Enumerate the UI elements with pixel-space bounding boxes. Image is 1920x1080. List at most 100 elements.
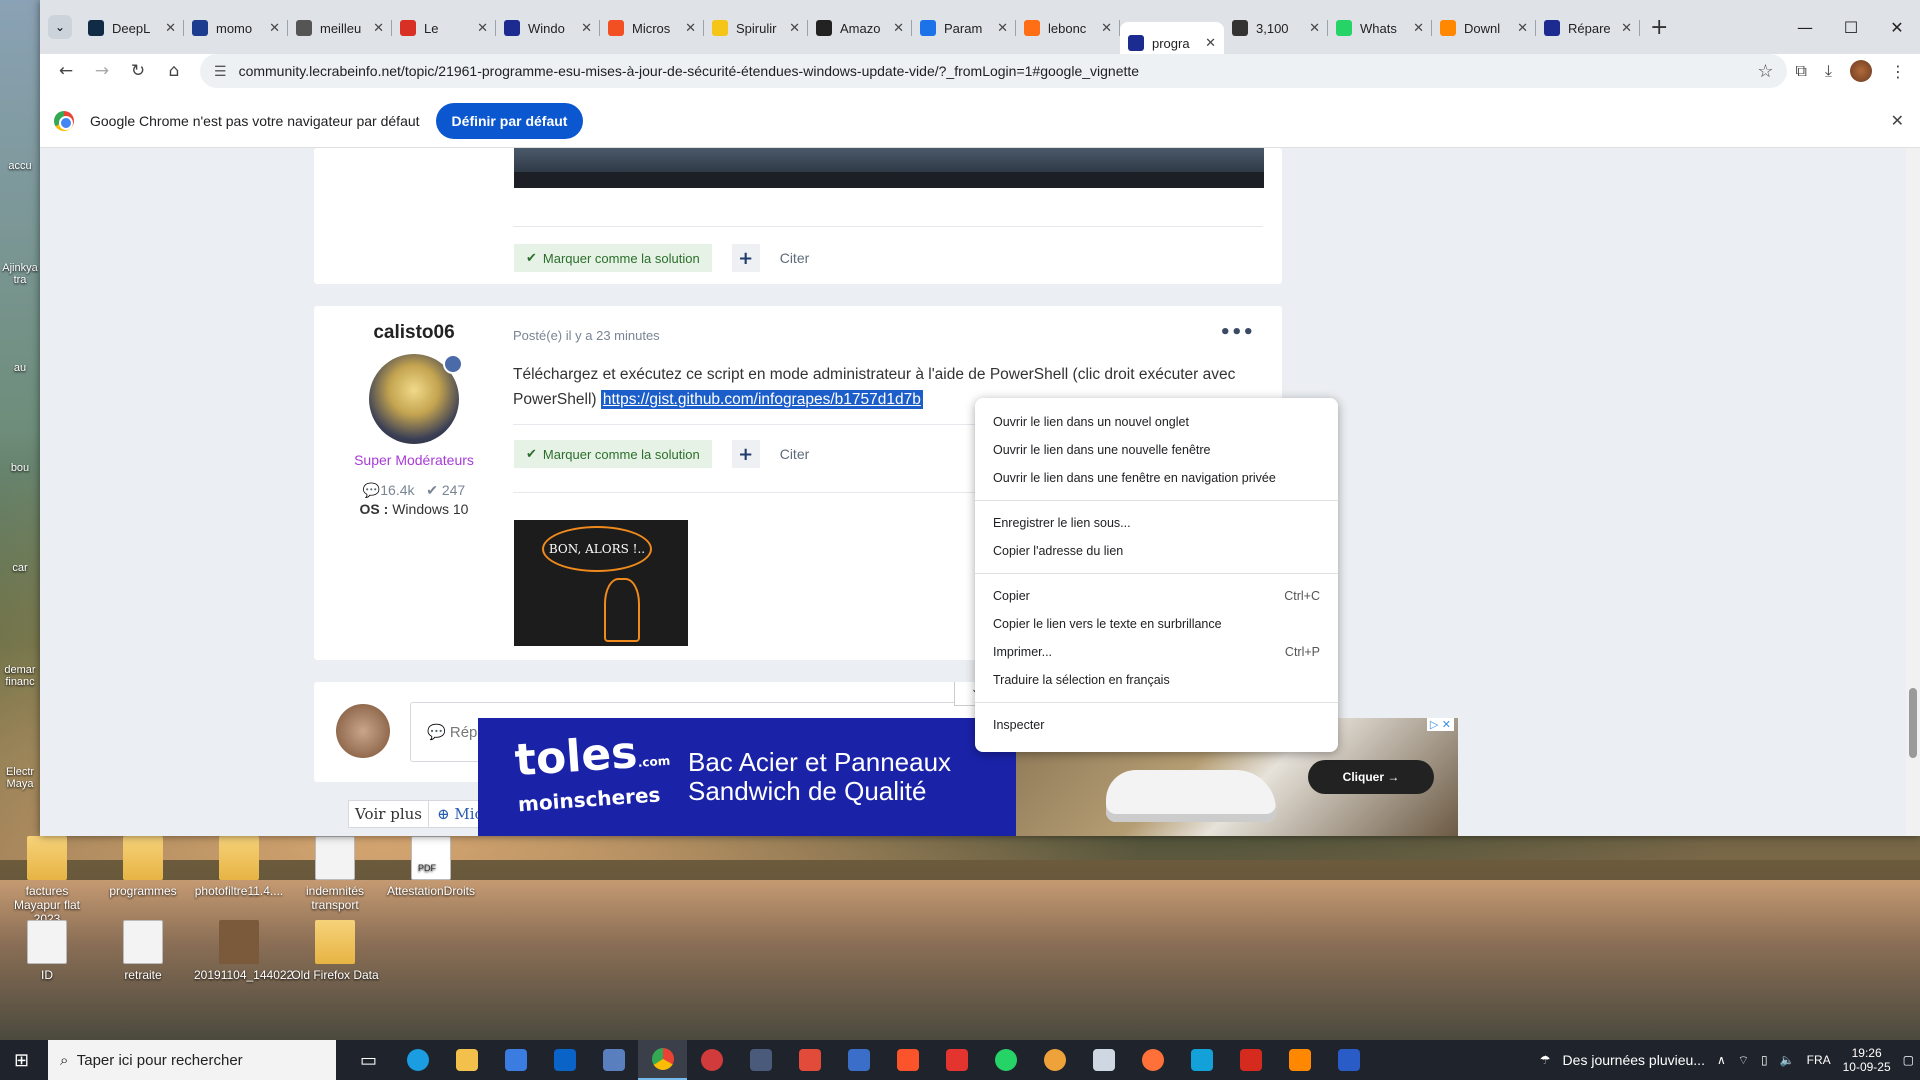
close-icon[interactable]: ✕ — [893, 21, 904, 36]
close-icon[interactable]: ✕ — [1891, 111, 1904, 131]
author-name[interactable]: calisto06 — [314, 322, 514, 344]
menu-print[interactable]: Imprimer... Ctrl+P — [975, 638, 1338, 666]
brave-icon[interactable] — [883, 1040, 932, 1080]
desktop-icon-retraite[interactable]: retraite — [98, 920, 188, 982]
desktop-icon-clipped[interactable]: au — [0, 362, 40, 374]
volume-icon[interactable]: 🔈 — [1780, 1053, 1795, 1067]
tab-8[interactable]: Param ✕ — [912, 10, 1016, 46]
tab-5[interactable]: Micros ✕ — [600, 10, 704, 46]
whatsapp-icon[interactable] — [981, 1040, 1030, 1080]
tab-2[interactable]: meilleu ✕ — [288, 10, 392, 46]
menu-inspect[interactable]: Inspecter — [975, 711, 1338, 739]
back-icon[interactable]: ← — [48, 61, 84, 81]
close-icon[interactable]: ✕ — [581, 21, 592, 36]
battery-icon[interactable]: ▯ — [1761, 1053, 1768, 1067]
desktop-icon-clipped[interactable]: accu — [0, 160, 40, 172]
desktop-icon-clipped[interactable]: Ajinkya tra — [0, 262, 40, 286]
quote-button[interactable]: Citer — [780, 250, 810, 266]
tab-11[interactable]: 3,100 ✕ — [1224, 10, 1328, 46]
tab-6[interactable]: Spirulir ✕ — [704, 10, 808, 46]
app-face-icon[interactable] — [1030, 1040, 1079, 1080]
tab-0[interactable]: DeepL ✕ — [80, 10, 184, 46]
quote-button[interactable]: Citer — [780, 446, 810, 462]
gist-link[interactable]: https://gist.github.com/infograpes/b1757… — [600, 390, 923, 409]
tab-9[interactable]: lebonc ✕ — [1016, 10, 1120, 46]
windows-start-icon[interactable]: ⊞ — [14, 1050, 29, 1071]
desktop-icon-attestation[interactable]: AttestationDroits — [386, 836, 476, 898]
menu-copy[interactable]: Copier Ctrl+C — [975, 582, 1338, 610]
desktop-icon-photo[interactable]: 20191104_144022 — [194, 920, 293, 982]
acrobat-icon[interactable] — [1226, 1040, 1275, 1080]
post-options-icon[interactable]: ••• — [1219, 322, 1254, 343]
desktop-icon-clipped[interactable]: Electr Maya — [0, 766, 40, 790]
desktop-icon-old-firefox[interactable]: Old Firefox Data — [290, 920, 380, 982]
mark-solution-button[interactable]: ✔ Marquer comme la solution — [514, 244, 712, 272]
language-indicator[interactable]: FRA — [1807, 1053, 1831, 1067]
calculator-icon[interactable] — [736, 1040, 785, 1080]
chevron-up-icon[interactable]: ∧ — [1717, 1053, 1726, 1067]
app-swirl-icon[interactable] — [785, 1040, 834, 1080]
close-icon[interactable]: ✕ — [789, 21, 800, 36]
profile-avatar[interactable] — [1850, 60, 1872, 82]
app-hex-icon[interactable] — [1324, 1040, 1373, 1080]
store-icon[interactable] — [491, 1040, 540, 1080]
reload-icon[interactable]: ↻ — [120, 61, 156, 81]
mark-solution-button[interactable]: ✔ Marquer comme la solution — [514, 440, 712, 468]
home-icon[interactable]: ⌂ — [156, 61, 192, 81]
close-icon[interactable]: ✕ — [685, 21, 696, 36]
file-explorer-icon[interactable] — [442, 1040, 491, 1080]
firefox-icon[interactable] — [1128, 1040, 1177, 1080]
menu-open-incognito[interactable]: Ouvrir le lien dans une fenêtre en navig… — [975, 464, 1338, 492]
app-a-icon[interactable] — [932, 1040, 981, 1080]
scrollbar-thumb[interactable] — [1909, 688, 1917, 758]
network-icon[interactable]: ⌔ — [1738, 1053, 1749, 1068]
bookmark-star-icon[interactable]: ☆ — [1757, 61, 1773, 82]
close-icon[interactable]: ✕ — [373, 21, 384, 36]
site-info-icon[interactable]: ☰ — [214, 63, 227, 80]
minimize-icon[interactable]: — — [1782, 18, 1828, 37]
tab-14[interactable]: Répare ✕ — [1536, 10, 1640, 46]
close-icon[interactable]: ✕ — [165, 21, 176, 36]
desktop-icon-clipped[interactable]: demar financ — [0, 664, 40, 688]
desktop-icon-id[interactable]: ID — [2, 920, 92, 982]
weather-icon[interactable]: ☂ — [1540, 1053, 1551, 1067]
tab-3[interactable]: Le ✕ — [392, 10, 496, 46]
ad-cta-button[interactable]: Cliquer → — [1308, 760, 1434, 794]
close-icon[interactable]: ✕ — [1874, 18, 1920, 37]
download-icon[interactable]: ⤓ — [1825, 61, 1832, 81]
app-cyan-icon[interactable] — [1177, 1040, 1226, 1080]
taskbar-search[interactable]: ⌕ Taper ici pour rechercher — [48, 1040, 336, 1080]
desktop-icon-indemnites[interactable]: indemnités transport — [290, 836, 380, 912]
close-icon[interactable]: ✕ — [1621, 21, 1632, 36]
desktop-icon-programmes[interactable]: programmes — [98, 836, 188, 898]
menu-open-new-window[interactable]: Ouvrir le lien dans une nouvelle fenêtre — [975, 436, 1338, 464]
menu-translate[interactable]: Traduire la sélection en français — [975, 666, 1338, 694]
tab-1[interactable]: momo ✕ — [184, 10, 288, 46]
chrome-icon[interactable] — [638, 1040, 687, 1080]
set-default-button[interactable]: Définir par défaut — [435, 102, 584, 139]
close-icon[interactable]: ✕ — [1413, 21, 1424, 36]
desktop-icon-factures[interactable]: factures Mayapur flat 2023 — [2, 836, 92, 926]
tab-13[interactable]: Downl ✕ — [1432, 10, 1536, 46]
menu-copy-link-address[interactable]: Copier l'adresse du lien — [975, 537, 1338, 565]
vlc-icon[interactable] — [1275, 1040, 1324, 1080]
desktop-icon-clipped[interactable]: car — [0, 562, 40, 574]
tab-search-button[interactable]: ⌄ — [48, 15, 72, 39]
clock[interactable]: 19:26 10-09-25 — [1843, 1046, 1891, 1074]
outlook-icon[interactable] — [540, 1040, 589, 1080]
close-icon[interactable]: ✕ — [1101, 21, 1112, 36]
extensions-icon[interactable]: ⧉ — [1795, 61, 1806, 81]
close-icon[interactable]: ✕ — [997, 21, 1008, 36]
desktop-icon-photofiltre[interactable]: photofiltre11.4.... — [194, 836, 284, 898]
see-more-button[interactable]: Voir plus — [348, 800, 429, 828]
maximize-icon[interactable]: ☐ — [1828, 18, 1874, 37]
menu-save-link[interactable]: Enregistrer le lien sous... — [975, 509, 1338, 537]
post-date[interactable]: Posté(e) il y a 23 minutes — [513, 328, 660, 343]
close-icon[interactable]: ✕ — [1517, 21, 1528, 36]
tab-12[interactable]: Whats ✕ — [1328, 10, 1432, 46]
tab-4[interactable]: Windo ✕ — [496, 10, 600, 46]
app-blue-icon[interactable] — [834, 1040, 883, 1080]
close-icon[interactable]: ✕ — [477, 21, 488, 36]
scrollbar[interactable] — [1906, 148, 1920, 836]
forward-icon[interactable]: → — [84, 61, 120, 81]
